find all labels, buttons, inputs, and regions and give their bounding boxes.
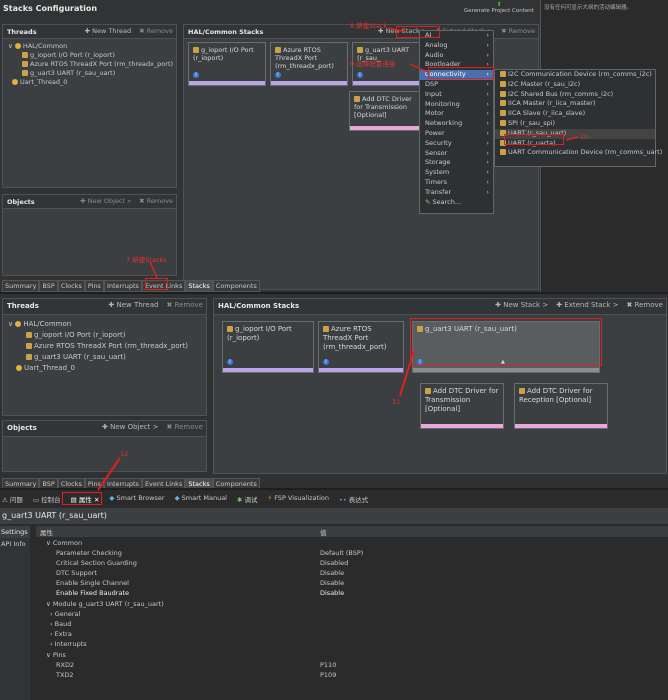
properties-header: 属性 值 — [36, 526, 668, 537]
table-row[interactable]: Critical Section Guarding Disabled — [56, 559, 668, 569]
properties-table: 属性 值 ∨ Common Parameter Checking Default … — [36, 526, 668, 700]
column-property: 属性 — [40, 529, 53, 537]
table-row[interactable]: TXD2 P109 — [56, 671, 668, 681]
sidebar-api-info[interactable]: API Info — [0, 538, 30, 550]
problems-icon: ⚠ — [2, 496, 8, 504]
debug-icon: ✱ — [237, 496, 243, 504]
console-icon: ▭ — [32, 496, 40, 504]
column-value: 值 — [320, 529, 327, 537]
annotation-arrow-12 — [97, 457, 121, 491]
annotation-arrows-top — [149, 27, 579, 279]
table-row[interactable]: ∨ Pins — [46, 651, 668, 661]
table-row[interactable]: RXD2 P110 — [56, 661, 668, 671]
expressions-icon: •• — [338, 496, 347, 504]
table-row[interactable]: ∨ Module g_uart3 UART (r_sau_uart) — [46, 600, 668, 610]
table-row[interactable]: › Baud — [50, 620, 668, 630]
table-row[interactable]: › General — [50, 610, 668, 620]
table-row[interactable]: › Extra — [50, 630, 668, 640]
table-row[interactable]: ∨ Common — [46, 539, 668, 549]
table-row[interactable]: Enable Fixed Baudrate Disable — [56, 589, 668, 599]
fsp-icon: ⚡ — [267, 494, 273, 502]
table-row[interactable]: DTC Support Disable — [56, 569, 668, 579]
properties-sidebar: Settings API Info — [0, 526, 30, 700]
tab-debug[interactable]: ✱ 调试 — [237, 494, 258, 504]
tab-fsp-visualization[interactable]: ⚡ FSP Visualization — [268, 494, 329, 504]
properties-title: g_uart3 UART (r_sau_uart) — [0, 508, 668, 524]
table-row[interactable]: Parameter Checking Default (BSP) — [56, 549, 668, 559]
table-row[interactable]: › Interrupts — [50, 640, 668, 650]
sidebar-settings[interactable]: Settings — [0, 526, 30, 538]
bottom-section: ⚠ 问题 ▭ 控制台 ▤ 属性 ✕ ◆ Smart Browser ◆ Smar… — [0, 450, 668, 700]
tab-expressions[interactable]: •• 表达式 — [339, 494, 368, 504]
table-row[interactable]: Enable Single Channel Disable — [56, 579, 668, 589]
